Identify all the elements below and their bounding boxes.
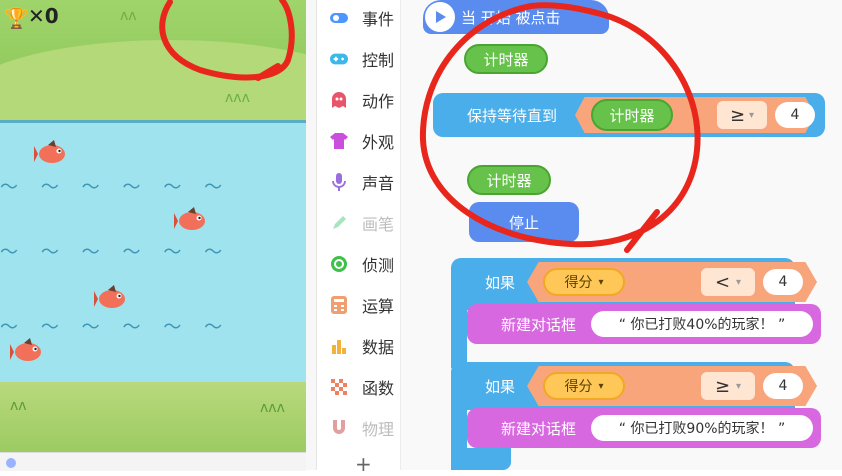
category-item[interactable]: 物理 (317, 413, 400, 443)
fish-sprite[interactable] (94, 285, 128, 311)
magnet-icon (330, 419, 348, 437)
category-label: 外观 (362, 133, 395, 152)
block-category-sidebar: 事件控制动作外观声音画笔侦测运算数据函数物理 + (317, 0, 401, 476)
category-item[interactable]: 函数 (317, 372, 400, 402)
grass-tuft: ᴧᴧᴧ (260, 400, 285, 416)
code-workspace[interactable]: 当 开始 被点击 计时器 保持等待直到 计时器 ≥ ▾ 4 计时器 停止 如果 得… (401, 0, 842, 470)
score-variable-dropdown[interactable]: 得分 ▾ (543, 372, 625, 400)
microphone-icon (330, 173, 348, 191)
ghost-icon (330, 91, 348, 109)
operator-dropdown[interactable]: < ▾ (701, 268, 755, 296)
stage-indicator-icon (6, 458, 16, 468)
category-label: 物理 (362, 420, 395, 439)
chevron-down-icon: ▾ (598, 276, 604, 288)
compare-value-input[interactable]: 4 (763, 269, 803, 295)
category-item[interactable]: 画笔 (317, 208, 400, 238)
category-item[interactable]: 声音 (317, 167, 400, 197)
add-extension-button[interactable]: + (355, 452, 372, 476)
grass-field-bottom (0, 382, 306, 452)
grass-tuft: ᴧᴧ (10, 398, 27, 414)
operator-symbol: < (714, 271, 731, 293)
bar-chart-icon (330, 337, 348, 355)
if-label: 如果 (485, 274, 516, 292)
score-multiplier-icon: ✕ (28, 4, 45, 28)
if-label: 如果 (485, 378, 516, 396)
category-label: 事件 (362, 10, 395, 29)
fish-sprite[interactable] (34, 140, 68, 166)
game-stage[interactable]: ᴧᴧ ᴧᴧᴧ 〜 〜 〜 〜 〜 〜 〜 〜 〜 〜 〜 〜 〜 〜 〜 〜 〜… (0, 0, 306, 452)
category-label: 函数 (362, 379, 395, 398)
category-item[interactable]: 侦测 (317, 249, 400, 279)
if-block-2-footer (451, 448, 511, 470)
category-label: 画笔 (362, 215, 395, 234)
gamepad-icon (330, 50, 348, 68)
red-annotation-workspace (419, 2, 701, 253)
new-dialog-block[interactable]: 新建对话框 “ 你已打败40%的玩家！ ” (467, 304, 821, 344)
category-label: 侦测 (362, 256, 395, 275)
category-item[interactable]: 运算 (317, 290, 400, 320)
score-variable: 得分 (564, 275, 593, 291)
score-variable: 得分 (564, 379, 593, 395)
stage-bottom-bar (0, 452, 306, 471)
calculator-icon (330, 296, 348, 314)
category-label: 动作 (362, 92, 395, 111)
trophy-icon: 🏆 (4, 6, 29, 30)
pen-icon (330, 214, 348, 232)
if-block-1-side (451, 310, 467, 368)
score-variable-dropdown[interactable]: 得分 ▾ (543, 268, 625, 296)
dialog-text-input[interactable]: “ 你已打败40%的玩家！ ” (591, 311, 813, 337)
category-item[interactable]: 动作 (317, 85, 400, 115)
category-item[interactable]: 外观 (317, 126, 400, 156)
chevron-down-icon: ▾ (736, 276, 742, 288)
grass-tuft: ᴧᴧᴧ (225, 90, 250, 106)
category-label: 声音 (362, 174, 395, 193)
category-label: 控制 (362, 51, 395, 70)
score-display: ✕0 (28, 4, 59, 28)
operator-symbol: ≥ (714, 375, 731, 397)
red-annotation-stage (159, 0, 295, 81)
chevron-down-icon: ▾ (598, 380, 604, 392)
grass-tuft: ᴧᴧ (120, 8, 137, 24)
event-toggle-icon (330, 9, 348, 27)
if-block-1[interactable]: 如果 得分 ▾ < ▾ 4 (451, 258, 817, 310)
chevron-down-icon: ▾ (736, 380, 742, 392)
score-value: 0 (44, 4, 59, 28)
category-label: 运算 (362, 297, 395, 316)
new-dialog-label: 新建对话框 (501, 419, 577, 438)
new-dialog-block[interactable]: 新建对话框 “ 你已打败90%的玩家！ ” (467, 408, 821, 448)
new-dialog-label: 新建对话框 (501, 315, 577, 334)
panel-divider[interactable] (306, 0, 317, 470)
category-item[interactable]: 事件 (317, 3, 400, 33)
if-block-2[interactable]: 如果 得分 ▾ ≥ ▾ 4 (451, 362, 817, 410)
target-icon (330, 255, 348, 273)
compare-value-input[interactable]: 4 (763, 373, 803, 399)
category-item[interactable]: 数据 (317, 331, 400, 361)
category-label: 数据 (362, 338, 395, 357)
checker-flag-icon (330, 378, 348, 396)
dialog-text-input[interactable]: “ 你已打败90%的玩家！ ” (591, 415, 813, 441)
shirt-icon (330, 132, 348, 150)
fish-sprite[interactable] (174, 207, 208, 233)
fish-sprite[interactable] (10, 338, 44, 364)
operator-dropdown[interactable]: ≥ ▾ (701, 372, 755, 400)
category-item[interactable]: 控制 (317, 44, 400, 74)
